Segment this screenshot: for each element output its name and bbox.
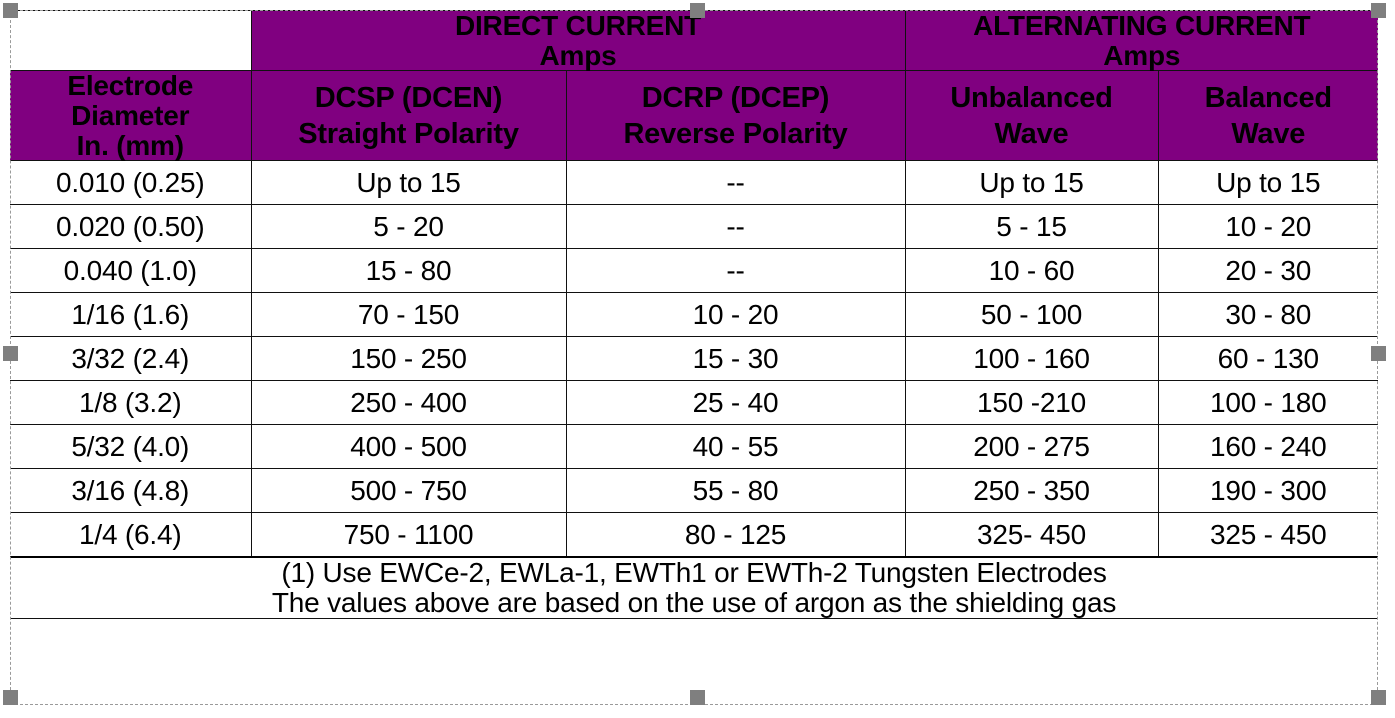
table-row: 0.020 (0.50) 5 - 20 -- 5 - 15 10 - 20 <box>10 204 1379 250</box>
header-line: Straight Polarity <box>298 117 519 150</box>
cell-balanced: 190 - 300 <box>1157 468 1379 514</box>
cell-balanced: 10 - 20 <box>1157 204 1379 250</box>
cell-unbalanced: 150 -210 <box>904 380 1159 426</box>
cell-diameter: 3/16 (4.8) <box>10 468 252 514</box>
header-line: DCSP (DCEN) <box>314 81 503 114</box>
cell-balanced: Up to 15 <box>1157 160 1379 206</box>
header-line: DCRP (DCEP) <box>641 81 830 114</box>
cell-unbalanced: 325- 450 <box>904 512 1159 559</box>
table-row: 1/8 (3.2) 250 - 400 25 - 40 150 -210 100… <box>10 380 1379 426</box>
cell-dcrp: 55 - 80 <box>565 468 906 514</box>
cell-dcsp: 70 - 150 <box>250 292 567 338</box>
corner-blank-cell <box>10 9 252 72</box>
cell-unbalanced: 200 - 275 <box>904 424 1159 470</box>
header-line: Electrode <box>67 70 194 102</box>
cell-diameter: 0.040 (1.0) <box>10 248 252 294</box>
cell-diameter: 1/8 (3.2) <box>10 380 252 426</box>
cell-balanced: 60 - 130 <box>1157 336 1379 382</box>
resize-handle-bottom-right[interactable] <box>1371 690 1386 705</box>
slide-canvas: DIRECT CURRENT Amps ALTERNATING CURRENT … <box>0 0 1395 718</box>
cell-dcsp: Up to 15 <box>250 160 567 206</box>
table-row: 1/16 (1.6) 70 - 150 10 - 20 50 - 100 30 … <box>10 292 1379 338</box>
footnote-line-1: (1) Use EWCe-2, EWLa-1, EWTh1 or EWTh-2 … <box>281 557 1107 589</box>
cell-diameter: 1/16 (1.6) <box>10 292 252 338</box>
cell-dcsp: 15 - 80 <box>250 248 567 294</box>
table-column-header-row: Electrode Diameter In. (mm) DCSP (DCEN) … <box>10 70 1379 162</box>
header-line: Wave <box>1231 117 1306 150</box>
cell-dcrp: -- <box>565 204 906 250</box>
cell-diameter: 5/32 (4.0) <box>10 424 252 470</box>
column-header-balanced-wave: Balanced Wave <box>1157 70 1379 162</box>
cell-diameter: 0.020 (0.50) <box>10 204 252 250</box>
header-line: Diameter <box>71 100 190 132</box>
resize-handle-top-center[interactable] <box>690 3 705 18</box>
resize-handle-top-right[interactable] <box>1371 3 1386 18</box>
cell-dcrp: 15 - 30 <box>565 336 906 382</box>
table-row: 1/4 (6.4) 750 - 1100 80 - 125 325- 450 3… <box>10 512 1379 559</box>
cell-dcsp: 150 - 250 <box>250 336 567 382</box>
cell-balanced: 100 - 180 <box>1157 380 1379 426</box>
cell-diameter: 3/32 (2.4) <box>10 336 252 382</box>
cell-unbalanced: 5 - 15 <box>904 204 1159 250</box>
group-header-alternating-current: ALTERNATING CURRENT Amps <box>904 9 1379 72</box>
cell-unbalanced: 100 - 160 <box>904 336 1159 382</box>
table-group-header-row: DIRECT CURRENT Amps ALTERNATING CURRENT … <box>10 9 1379 72</box>
cell-dcrp: 40 - 55 <box>565 424 906 470</box>
resize-handle-bottom-left[interactable] <box>3 690 18 705</box>
table-row: 3/16 (4.8) 500 - 750 55 - 80 250 - 350 1… <box>10 468 1379 514</box>
header-line: Balanced <box>1204 81 1333 114</box>
cell-dcsp: 750 - 1100 <box>250 512 567 559</box>
cell-unbalanced: 10 - 60 <box>904 248 1159 294</box>
column-header-dcsp: DCSP (DCEN) Straight Polarity <box>250 70 567 162</box>
group-header-title: ALTERNATING CURRENT <box>973 10 1311 41</box>
group-header-unit: Amps <box>539 39 617 71</box>
table-row: 0.010 (0.25) Up to 15 -- Up to 15 Up to … <box>10 160 1379 206</box>
table-row: 0.040 (1.0) 15 - 80 -- 10 - 60 20 - 30 <box>10 248 1379 294</box>
cell-balanced: 30 - 80 <box>1157 292 1379 338</box>
cell-dcsp: 250 - 400 <box>250 380 567 426</box>
cell-dcsp: 500 - 750 <box>250 468 567 514</box>
column-header-electrode-diameter: Electrode Diameter In. (mm) <box>10 70 252 162</box>
group-header-title: DIRECT CURRENT <box>454 10 702 41</box>
table-row: 5/32 (4.0) 400 - 500 40 - 55 200 - 275 1… <box>10 424 1379 470</box>
cell-dcrp: -- <box>565 160 906 206</box>
column-header-unbalanced-wave: Unbalanced Wave <box>904 70 1159 162</box>
cell-unbalanced: 50 - 100 <box>904 292 1159 338</box>
cell-balanced: 20 - 30 <box>1157 248 1379 294</box>
cell-dcrp: 25 - 40 <box>565 380 906 426</box>
column-header-dcrp: DCRP (DCEP) Reverse Polarity <box>565 70 906 162</box>
cell-dcrp: -- <box>565 248 906 294</box>
cell-dcrp: 80 - 125 <box>565 512 906 559</box>
resize-handle-middle-right[interactable] <box>1371 346 1386 361</box>
group-header-direct-current: DIRECT CURRENT Amps <box>250 9 906 72</box>
footnotes: (1) Use EWCe-2, EWLa-1, EWTh1 or EWTh-2 … <box>10 556 1379 619</box>
tungsten-electrode-amperage-table: DIRECT CURRENT Amps ALTERNATING CURRENT … <box>10 9 1379 619</box>
resize-handle-top-left[interactable] <box>3 3 18 18</box>
footnote-line-2: The values above are based on the use of… <box>271 587 1117 619</box>
table-footnote-row: (1) Use EWCe-2, EWLa-1, EWTh1 or EWTh-2 … <box>10 556 1379 619</box>
header-line: In. (mm) <box>76 129 184 161</box>
header-line: Wave <box>994 117 1069 150</box>
header-line: Unbalanced <box>950 81 1113 114</box>
table-row: 3/32 (2.4) 150 - 250 15 - 30 100 - 160 6… <box>10 336 1379 382</box>
cell-diameter: 1/4 (6.4) <box>10 512 252 559</box>
header-line: Reverse Polarity <box>623 117 848 150</box>
group-header-unit: Amps <box>1103 39 1181 71</box>
resize-handle-middle-left[interactable] <box>3 346 18 361</box>
cell-dcrp: 10 - 20 <box>565 292 906 338</box>
cell-dcsp: 400 - 500 <box>250 424 567 470</box>
cell-balanced: 325 - 450 <box>1157 512 1379 559</box>
cell-dcsp: 5 - 20 <box>250 204 567 250</box>
cell-unbalanced: Up to 15 <box>904 160 1159 206</box>
cell-unbalanced: 250 - 350 <box>904 468 1159 514</box>
resize-handle-bottom-center[interactable] <box>690 690 705 705</box>
cell-diameter: 0.010 (0.25) <box>10 160 252 206</box>
cell-balanced: 160 - 240 <box>1157 424 1379 470</box>
